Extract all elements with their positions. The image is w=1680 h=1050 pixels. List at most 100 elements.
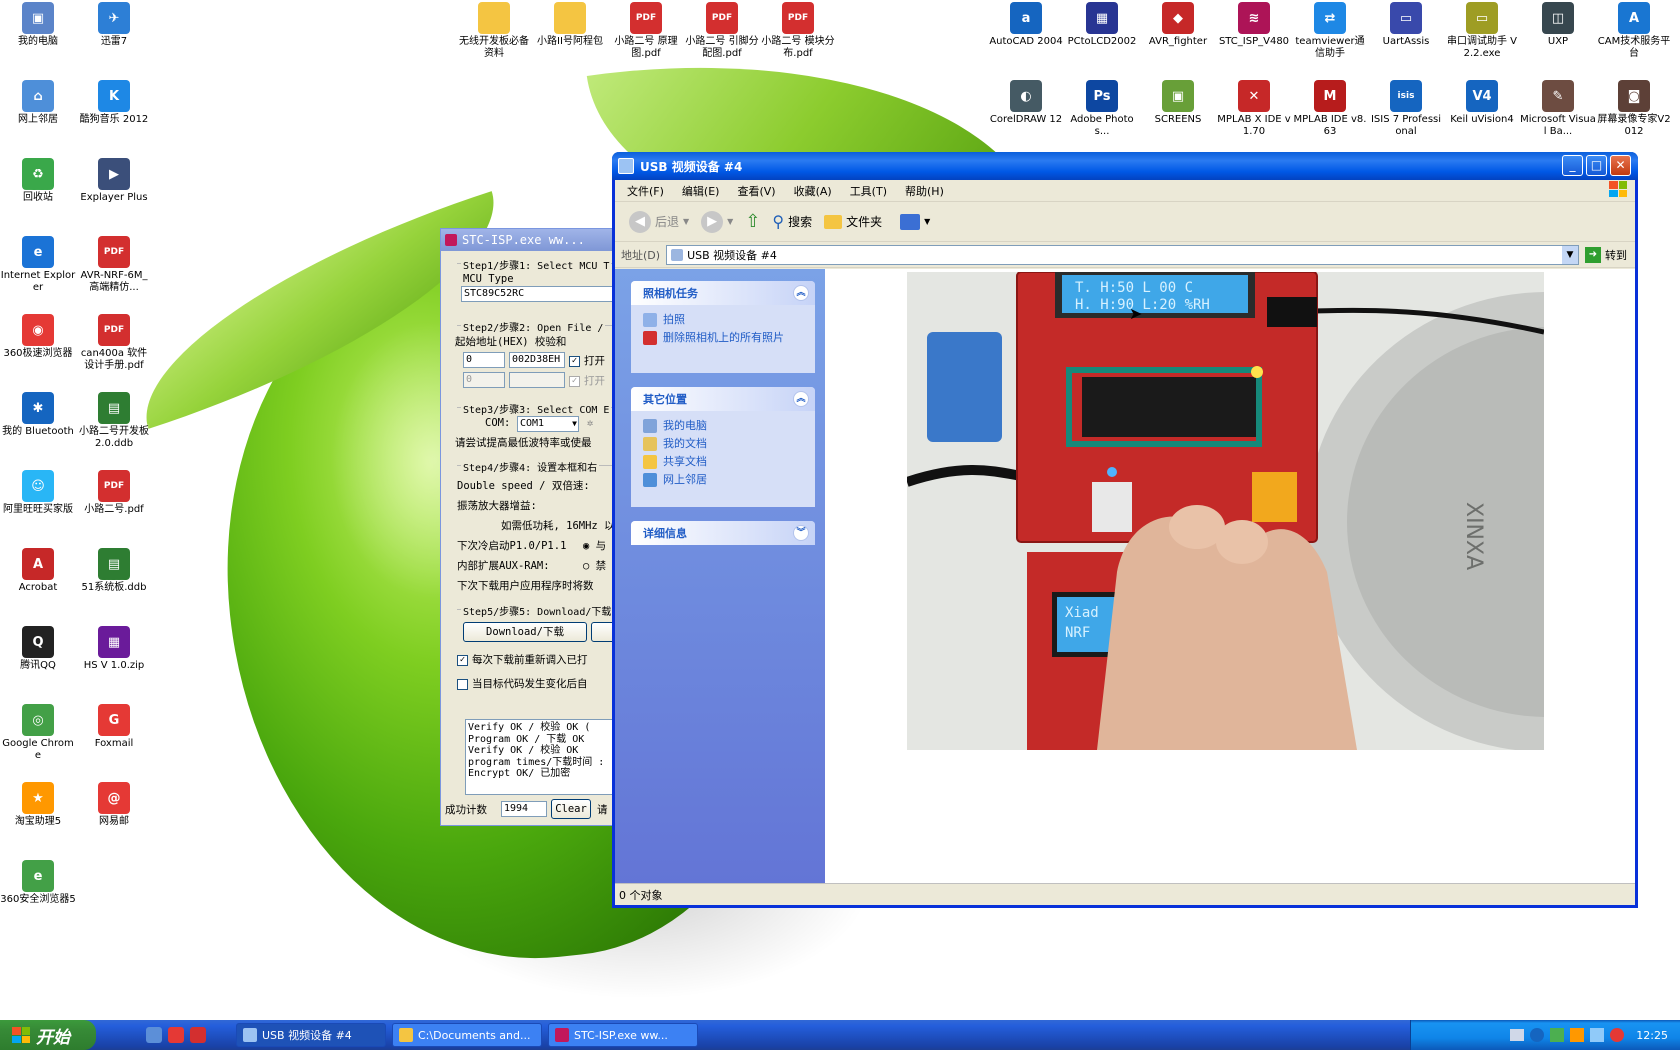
- menu-item[interactable]: 查看(V): [737, 183, 775, 199]
- views-button[interactable]: ▼: [896, 211, 934, 233]
- chevron-up-icon[interactable]: ︽: [793, 285, 809, 301]
- go-button[interactable]: ➜ 转到: [1585, 246, 1635, 263]
- desktop-icon[interactable]: e 360安全浏览器5: [0, 860, 76, 906]
- clear-button[interactable]: Clear: [551, 799, 591, 819]
- app-tray-icon[interactable]: [1610, 1028, 1625, 1042]
- explorer-titlebar[interactable]: USB 视频设备 #4: [612, 152, 1638, 180]
- desktop-icon[interactable]: ✎ Microsoft Visual Ba...: [1520, 80, 1596, 138]
- desktop-icon[interactable]: Ps Adobe Photos...: [1064, 80, 1140, 138]
- task-link[interactable]: 共享文档: [631, 453, 815, 471]
- desktop-icon[interactable]: ◐ CorelDRAW 12: [988, 80, 1064, 126]
- desktop-icon[interactable]: ✕ MPLAB X IDE v1.70: [1216, 80, 1292, 138]
- desktop-icon[interactable]: PDF can400a 软件设计手册.pdf: [76, 314, 152, 372]
- antivirus-icon[interactable]: [1570, 1028, 1585, 1042]
- start-address2-input[interactable]: 0: [463, 372, 505, 388]
- desktop-icon[interactable]: 小路II号阿程包: [532, 2, 608, 48]
- menu-item[interactable]: 帮助(H): [905, 183, 944, 199]
- open-file2-checkbox[interactable]: ✓: [569, 375, 580, 387]
- menu-item[interactable]: 文件(F): [627, 183, 664, 199]
- task-link[interactable]: 拍照: [631, 311, 815, 329]
- desktop-icon[interactable]: ▤ 51系统板.ddb: [76, 548, 152, 594]
- camera-tasks-header[interactable]: 照相机任务 ︽: [631, 281, 815, 305]
- desktop-icon[interactable]: PDF AVR-NRF-6M_ 高端精仿...: [76, 236, 152, 294]
- task-link[interactable]: 我的文档: [631, 435, 815, 453]
- desktop-icon[interactable]: PDF 小路二号.pdf: [76, 470, 152, 516]
- desktop-icon[interactable]: ✈ 迅雷7: [76, 2, 152, 48]
- up-folder-button[interactable]: ⇧: [741, 208, 764, 235]
- auto-download-checkbox[interactable]: [457, 678, 468, 690]
- mcu-type-select[interactable]: STC89C52RC: [461, 286, 619, 302]
- desktop-icon[interactable]: ▣ SCREENS: [1140, 80, 1216, 126]
- search-button[interactable]: ⚲ 搜索: [768, 209, 816, 234]
- show-desktop-icon[interactable]: [146, 1027, 162, 1043]
- minimize-button[interactable]: _: [1562, 155, 1583, 176]
- auto-download-on-change[interactable]: 当目标代码发生变化后自: [457, 676, 588, 691]
- taskbar-button[interactable]: USB 视频设备 #4: [236, 1023, 386, 1047]
- forward-button[interactable]: ▶ ▼: [697, 208, 737, 236]
- keyboard-icon[interactable]: [1510, 1029, 1525, 1041]
- desktop-icon[interactable]: ▦ HS V 1.0.zip: [76, 626, 152, 672]
- gear-icon[interactable]: ✲: [587, 417, 593, 429]
- clock[interactable]: 12:25: [1636, 1029, 1668, 1042]
- desktop-icon[interactable]: ♻ 回收站: [0, 158, 76, 204]
- desktop-icon[interactable]: V4 Keil uVision4: [1444, 80, 1520, 126]
- taskbar-button[interactable]: STC-ISP.exe ww...: [548, 1023, 698, 1047]
- task-link[interactable]: 我的电脑: [631, 417, 815, 435]
- open-file1-checkbox[interactable]: ✓: [569, 355, 580, 367]
- chevron-down-icon[interactable]: ▼: [1562, 245, 1578, 264]
- details-header[interactable]: 详细信息 ︾: [631, 521, 815, 545]
- menu-item[interactable]: 编辑(E): [682, 183, 720, 199]
- desktop-icon[interactable]: ▶ Explayer Plus: [76, 158, 152, 204]
- desktop-icon[interactable]: G Foxmail: [76, 704, 152, 750]
- desktop-icon[interactable]: ✱ 我的 Bluetooth: [0, 392, 76, 438]
- desktop-icon[interactable]: 无线开发板必备资料: [456, 2, 532, 60]
- desktop-icon[interactable]: ▭ UartAssis: [1368, 2, 1444, 48]
- desktop-icon[interactable]: A CAM技术服务平台: [1596, 2, 1672, 60]
- desktop-icon[interactable]: M MPLAB IDE v8.63: [1292, 80, 1368, 138]
- desktop-icon[interactable]: ◆ AVR_fighter: [1140, 2, 1216, 48]
- desktop-icon[interactable]: isis ISIS 7 Professional: [1368, 80, 1444, 138]
- desktop-icon[interactable]: @ 网易邮: [76, 782, 152, 828]
- desktop-icon[interactable]: ◉ 360极速浏览器: [0, 314, 76, 360]
- menu-item[interactable]: 收藏(A): [794, 183, 832, 199]
- camera-preview[interactable]: T. H:50 L 00 C H. H:90 L:20 %RH Xiad NRF: [907, 272, 1544, 750]
- start-address-input[interactable]: 0: [463, 352, 505, 368]
- reload-checkbox[interactable]: ✓: [457, 654, 468, 666]
- content-area[interactable]: T. H:50 L 00 C H. H:90 L:20 %RH Xiad NRF: [825, 269, 1635, 883]
- desktop-icon[interactable]: ☺ 阿里旺旺买家版: [0, 470, 76, 516]
- cold-start-radio[interactable]: ◉ 与: [583, 538, 606, 553]
- desktop-icon[interactable]: A Acrobat: [0, 548, 76, 594]
- open-file1[interactable]: ✓ 打开: [569, 353, 605, 368]
- network-icon[interactable]: [1550, 1028, 1565, 1042]
- desktop-icon[interactable]: ◎ Google Chrome: [0, 704, 76, 762]
- desktop-icon[interactable]: ▤ 小路二号开发板2.0.ddb: [76, 392, 152, 450]
- desktop-icon[interactable]: e Internet Explorer: [0, 236, 76, 294]
- aux-ram-radio[interactable]: ○ 禁: [583, 558, 606, 573]
- desktop-icon[interactable]: PDF 小路二号 引脚分配图.pdf: [684, 2, 760, 60]
- start-button[interactable]: 开始: [0, 1020, 96, 1050]
- chevron-down-icon[interactable]: ︾: [793, 525, 809, 541]
- stc-isp-window[interactable]: STC-ISP.exe ww... Step1/步骤1: Select MCU …: [440, 228, 620, 826]
- desktop-icon[interactable]: K 酷狗音乐 2012: [76, 80, 152, 126]
- download-log[interactable]: Verify OK / 校验 OK (Program OK / 下载 OK Ver…: [465, 719, 615, 795]
- desktop-icon[interactable]: ◫ UXP: [1520, 2, 1596, 48]
- desktop-icon[interactable]: ▭ 串口调试助手 V2.2.exe: [1444, 2, 1520, 60]
- bluetooth-icon[interactable]: [1530, 1028, 1545, 1042]
- desktop-icon[interactable]: PDF 小路二号 原理图.pdf: [608, 2, 684, 60]
- task-link[interactable]: 网上邻居: [631, 471, 815, 489]
- desktop-icon[interactable]: ⌂ 网上邻居: [0, 80, 76, 126]
- desktop-icon[interactable]: ⇄ teamviewer通信助手: [1292, 2, 1368, 60]
- desktop-icon[interactable]: ◙ 屏幕录像专家V2012: [1596, 80, 1672, 138]
- browser-icon[interactable]: [168, 1027, 184, 1043]
- taskbar-button[interactable]: C:\Documents and...: [392, 1023, 542, 1047]
- menu-item[interactable]: 工具(T): [850, 183, 887, 199]
- mail-icon[interactable]: [190, 1027, 206, 1043]
- desktop-icon[interactable]: Q 腾讯QQ: [0, 626, 76, 672]
- folders-button[interactable]: 文件夹: [820, 210, 886, 233]
- open-file2[interactable]: ✓ 打开: [569, 373, 605, 388]
- explorer-window[interactable]: USB 视频设备 #4 _ □ ✕ 文件(F) 编辑(E) 查看(V) 收藏(A) 工具…: [612, 152, 1638, 908]
- desktop-icon[interactable]: ▣ 我的电脑: [0, 2, 76, 48]
- desktop-icon[interactable]: ★ 淘宝助理5: [0, 782, 76, 828]
- download-button[interactable]: Download/下载: [463, 622, 587, 642]
- desktop-icon[interactable]: PDF 小路二号 模块分布.pdf: [760, 2, 836, 60]
